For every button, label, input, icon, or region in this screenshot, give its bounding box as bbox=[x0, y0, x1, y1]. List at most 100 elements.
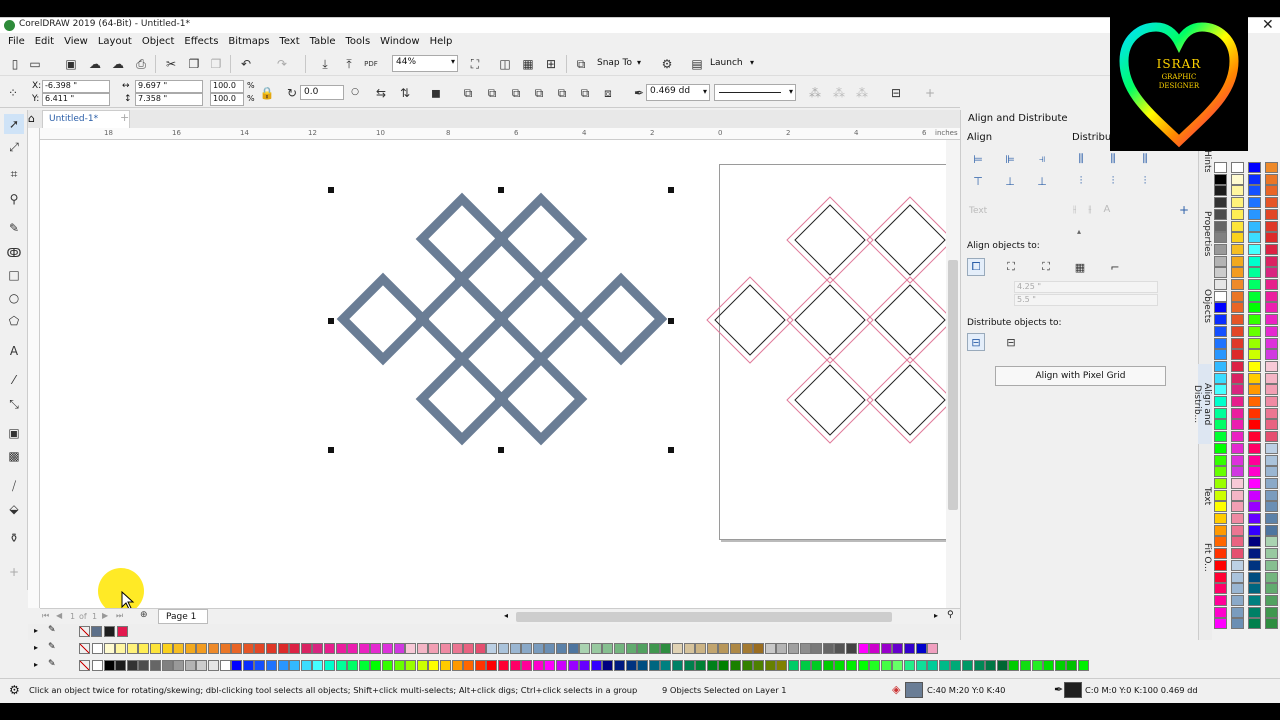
palette-swatch[interactable] bbox=[1265, 489, 1278, 501]
next-page-icon[interactable]: ▶ bbox=[102, 611, 108, 620]
palette-swatch[interactable] bbox=[300, 660, 312, 671]
palette-swatch[interactable] bbox=[1231, 290, 1244, 302]
palette-swatch[interactable] bbox=[1265, 360, 1278, 372]
artistic-media-icon[interactable]: ↂ bbox=[4, 243, 24, 263]
palette-swatch[interactable] bbox=[1265, 162, 1278, 173]
palette-swatch[interactable] bbox=[324, 643, 335, 654]
palette-swatch[interactable] bbox=[289, 660, 301, 671]
new-tab-icon[interactable]: + bbox=[120, 111, 129, 124]
prev-page-icon[interactable]: ◀ bbox=[56, 611, 62, 620]
palette-swatch[interactable] bbox=[973, 660, 985, 671]
palette-swatch[interactable] bbox=[1231, 243, 1244, 255]
quick-trace-icon[interactable]: ⁂ bbox=[830, 84, 848, 102]
palette-swatch[interactable] bbox=[1248, 360, 1261, 372]
y-point-field[interactable]: 5.5 " bbox=[1014, 294, 1158, 306]
palette-swatch[interactable] bbox=[1231, 337, 1244, 349]
zoom-to-page-icon[interactable]: ⛶ bbox=[466, 55, 484, 73]
palette-swatch[interactable] bbox=[486, 643, 498, 654]
palette-swatch[interactable] bbox=[1248, 220, 1261, 232]
palette-swatch[interactable] bbox=[1248, 501, 1261, 513]
palette-swatch[interactable] bbox=[1231, 407, 1244, 419]
palette-swatch[interactable] bbox=[1248, 243, 1261, 255]
palette-swatch[interactable] bbox=[1214, 384, 1227, 396]
palette-swatch[interactable] bbox=[474, 643, 486, 654]
palette-swatch[interactable] bbox=[718, 660, 730, 671]
x-point-field[interactable]: 4.25 " bbox=[1014, 281, 1158, 293]
palette-swatch[interactable] bbox=[1265, 548, 1278, 560]
shape-tool-icon[interactable]: ⤢ bbox=[4, 137, 24, 157]
palette-swatch[interactable] bbox=[416, 643, 428, 654]
distribute-left-icon[interactable]: ⫼ bbox=[1072, 150, 1090, 168]
palette-arrow-icon[interactable]: ▸ bbox=[34, 660, 38, 669]
palette-swatch[interactable] bbox=[880, 660, 892, 671]
palette-swatch[interactable] bbox=[695, 660, 707, 671]
palette-swatch[interactable] bbox=[1248, 325, 1261, 337]
palette-swatch[interactable] bbox=[1265, 314, 1278, 326]
menu-effects[interactable]: Effects bbox=[179, 33, 223, 51]
palette-swatch[interactable] bbox=[1248, 337, 1261, 349]
palette-swatch[interactable] bbox=[834, 660, 846, 671]
palette-swatch[interactable] bbox=[822, 660, 834, 671]
palette-swatch[interactable] bbox=[590, 643, 602, 654]
palette-swatch[interactable] bbox=[556, 643, 567, 654]
palette-swatch[interactable] bbox=[1214, 162, 1227, 173]
palette-swatch[interactable] bbox=[1265, 594, 1278, 606]
palette-swatch[interactable] bbox=[1248, 197, 1261, 209]
menu-window[interactable]: Window bbox=[375, 33, 424, 51]
palette-swatch[interactable] bbox=[1248, 606, 1261, 618]
palette-swatch[interactable] bbox=[1248, 279, 1261, 290]
shadow-tool-icon[interactable]: ▣ bbox=[4, 423, 24, 443]
palette-swatch[interactable] bbox=[1214, 594, 1227, 606]
palette-swatch[interactable] bbox=[370, 643, 382, 654]
palette-swatch[interactable] bbox=[1248, 185, 1261, 197]
last-page-icon[interactable]: ⏭ bbox=[116, 611, 123, 621]
palette-swatch[interactable] bbox=[1231, 173, 1244, 185]
palette-swatch[interactable] bbox=[1265, 325, 1278, 337]
palette-swatch[interactable] bbox=[1214, 454, 1227, 466]
chevron-down-icon[interactable]: ▾ bbox=[637, 58, 641, 67]
palette-swatch[interactable] bbox=[231, 660, 243, 671]
x-position-field[interactable]: -6.398 " bbox=[42, 80, 110, 93]
palette-swatch[interactable] bbox=[567, 660, 579, 671]
page-center-icon[interactable]: ⛶ bbox=[1037, 258, 1055, 276]
palette-swatch[interactable] bbox=[405, 643, 417, 654]
palette-swatch[interactable] bbox=[1231, 255, 1244, 267]
palette-swatch[interactable] bbox=[126, 643, 138, 654]
palette-swatch[interactable] bbox=[1214, 279, 1227, 290]
palette-swatch[interactable] bbox=[822, 643, 834, 654]
palette-swatch[interactable] bbox=[509, 660, 521, 671]
palette-swatch[interactable] bbox=[1248, 267, 1261, 279]
palette-swatch[interactable] bbox=[846, 660, 857, 671]
page-edge-icon[interactable]: ⛶ bbox=[1002, 258, 1020, 276]
palette-swatch[interactable] bbox=[138, 660, 150, 671]
zoom-level-select[interactable]: 44% ▾ bbox=[392, 55, 458, 72]
grid-icon[interactable]: ▦ bbox=[519, 55, 537, 73]
palette-swatch[interactable] bbox=[985, 660, 997, 671]
palette-swatch[interactable] bbox=[915, 643, 927, 654]
palette-swatch[interactable] bbox=[904, 660, 915, 671]
align-bottom-icon[interactable]: ⊥ bbox=[1033, 172, 1051, 190]
palette-swatch[interactable] bbox=[1214, 325, 1227, 337]
palette-swatch[interactable] bbox=[1214, 536, 1227, 548]
palette-swatch[interactable] bbox=[254, 660, 266, 671]
palette-swatch[interactable] bbox=[1248, 290, 1261, 302]
no-color-swatch[interactable] bbox=[79, 643, 90, 654]
palette-swatch[interactable] bbox=[904, 643, 915, 654]
publish-pdf-icon[interactable]: PDF bbox=[362, 55, 380, 73]
distribute-spacing-icon[interactable]: ⫼ bbox=[1136, 150, 1154, 168]
scale-width-field[interactable]: 100.0 bbox=[210, 80, 244, 93]
palette-swatch[interactable] bbox=[115, 660, 127, 671]
palette-swatch[interactable] bbox=[683, 643, 695, 654]
palette-swatch[interactable] bbox=[637, 660, 649, 671]
palette-swatch[interactable] bbox=[1214, 396, 1227, 407]
palette-swatch[interactable] bbox=[892, 643, 904, 654]
save-icon[interactable]: ▣ bbox=[62, 55, 80, 73]
menu-layout[interactable]: Layout bbox=[93, 33, 137, 51]
menu-edit[interactable]: Edit bbox=[30, 33, 59, 51]
palette-swatch[interactable] bbox=[1231, 232, 1244, 244]
chevron-down-icon[interactable]: ▾ bbox=[750, 58, 754, 67]
palette-swatch[interactable] bbox=[150, 660, 161, 671]
palette-swatch[interactable] bbox=[1265, 571, 1278, 583]
palette-swatch[interactable] bbox=[138, 643, 150, 654]
palette-swatch[interactable] bbox=[1248, 618, 1261, 630]
